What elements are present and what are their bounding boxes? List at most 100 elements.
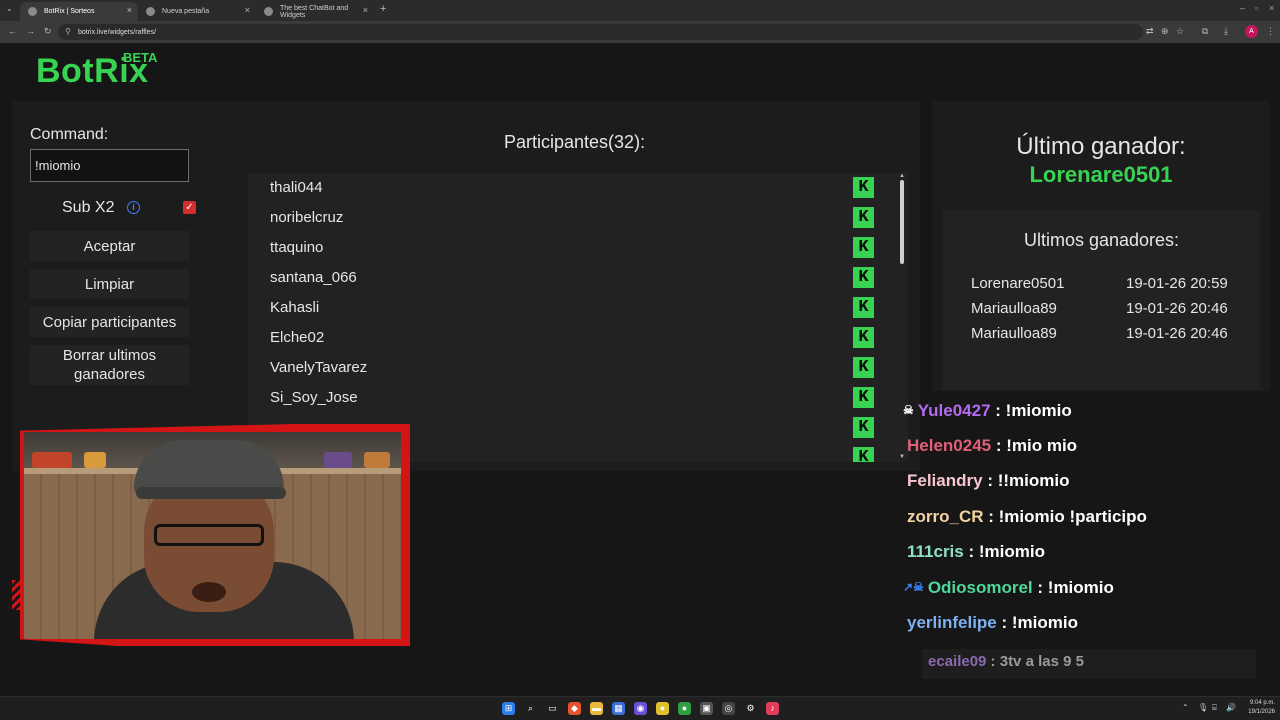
webcam-accent (12, 580, 22, 610)
address-bar[interactable]: ⚲ botrix.live/widgets/raffles/ (58, 24, 1143, 40)
chat-text: : 3tv a las 9 5 (986, 653, 1084, 670)
clear-button[interactable]: Limpiar (30, 269, 189, 299)
chat-text: : !miomio (963, 542, 1045, 561)
tiktok-icon[interactable]: ♪ (766, 702, 779, 715)
translate-icon[interactable]: ⇄ (1146, 26, 1154, 37)
chat-username: Odiosomorel (927, 578, 1033, 597)
kick-icon: K (853, 327, 874, 348)
sub-badge-icon: ↗☠ (903, 580, 924, 594)
close-tab-icon[interactable]: × (363, 5, 368, 15)
chat-overlay: ☠ Yule0427 : !miomio Helen0245 : !mio mio… (900, 395, 1280, 685)
new-tab-icon[interactable]: + (380, 3, 386, 15)
accept-button[interactable]: Aceptar (30, 231, 189, 261)
command-input[interactable] (30, 149, 189, 182)
task-view-icon[interactable]: ▭ (546, 702, 559, 715)
tab-favicon-icon (28, 7, 37, 16)
menu-kebab-icon[interactable]: ⋮ (1266, 26, 1275, 37)
last-winner-title: Último ganador: (1016, 133, 1186, 160)
kick-icon: K (853, 417, 874, 438)
participants-list[interactable]: thali044 K noribelcruz K ttaquino K sant… (248, 173, 908, 462)
participant-name: VanelyTavarez (270, 359, 368, 376)
close-window-icon[interactable]: × (1269, 3, 1274, 13)
chat-message: ↗☠ Odiosomorel : !miomio (903, 578, 1280, 610)
brave-icon[interactable]: ◆ (568, 702, 581, 715)
extensions-icon[interactable]: ⧉ (1202, 26, 1208, 37)
chat-text: : !!miomio (982, 471, 1070, 490)
chat-username: ecaile09 (928, 653, 987, 670)
scroll-up-icon[interactable]: ▲ (899, 173, 905, 179)
chrome-green-icon[interactable]: ● (678, 702, 691, 715)
tab-favicon-icon (146, 7, 155, 16)
downloads-icon[interactable]: ⤓ (1224, 26, 1228, 37)
streamer-cap-brim (136, 487, 286, 499)
search-icon[interactable]: ⌕ (524, 702, 537, 715)
app-icon[interactable]: ▣ (700, 702, 713, 715)
forward-icon[interactable]: → (26, 26, 35, 36)
minimize-icon[interactable]: – (1240, 3, 1245, 13)
tab-botrix[interactable]: BotRix | Sorteos × (20, 2, 138, 21)
participant-row: VanelyTavarez K (248, 353, 878, 383)
zoom-icon[interactable]: ⊕ (1161, 26, 1169, 37)
last-winner-name: Lorenare0501 (1029, 162, 1173, 187)
reload-icon[interactable]: ↻ (44, 26, 52, 37)
chat-message: 111cris : !miomio (907, 542, 1280, 574)
tray-chevron-icon[interactable]: ⌃ (1182, 703, 1189, 712)
back-icon[interactable]: ← (8, 26, 17, 36)
network-icon[interactable]: ⌸ (1212, 703, 1217, 713)
file-explorer-icon[interactable]: ▬ (590, 702, 603, 715)
tab-search-icon[interactable]: ⌄ (6, 4, 13, 13)
tab-title: Nueva pestaña (162, 8, 210, 15)
participant-name: Si_Soy_Jose (270, 389, 358, 406)
settings-icon[interactable]: ⚙ (744, 702, 757, 715)
chat-text: : !miomio (1032, 578, 1114, 597)
profile-avatar[interactable]: A (1245, 25, 1258, 38)
obs-icon[interactable]: ◎ (722, 702, 735, 715)
sub-x2-checkbox[interactable]: ✓ (183, 201, 196, 214)
mic-icon[interactable]: 🎙 (1198, 703, 1208, 712)
webcam-toy (324, 452, 352, 468)
streamer-mouth (192, 582, 226, 602)
winner-row: Mariaulloa89 19-01-26 20:46 (971, 300, 1241, 317)
participants-scrollbar[interactable] (900, 180, 904, 264)
winner-row: Mariaulloa89 19-01-26 20:46 (971, 325, 1241, 342)
beta-badge: BETA (123, 50, 158, 65)
participant-row: Elche02 K (248, 323, 878, 353)
store-icon[interactable]: ▦ (612, 702, 625, 715)
tab-new[interactable]: Nueva pestaña × (138, 2, 256, 21)
recent-winners-title: Ultimos ganadores: (1023, 230, 1180, 250)
participant-name: Kahasli (270, 299, 320, 316)
taskbar-clock[interactable]: 9:04 p.m. 19/1/2026 (1243, 699, 1275, 717)
clock-date: 19/1/2026 (1248, 709, 1275, 715)
chat-text: : !miomio !participo (983, 507, 1147, 526)
chat-username: Feliandry (907, 471, 983, 490)
tab-favicon-icon (264, 7, 273, 16)
chat-message: Feliandry : !!miomio (907, 471, 1280, 503)
webcam-toy (364, 452, 390, 468)
close-tab-icon[interactable]: × (245, 5, 250, 15)
sub-x2-label: Sub X2 (62, 199, 115, 216)
chat-text: : !miomio (990, 401, 1072, 420)
bookmark-star-icon[interactable]: ☆ (1176, 26, 1184, 37)
chat-username: yerlinfelipe (907, 613, 997, 632)
twitch-icon[interactable]: ◉ (634, 702, 647, 715)
volume-icon[interactable]: 🔊 (1226, 703, 1236, 712)
close-tab-icon[interactable]: × (127, 5, 132, 15)
participant-row: ttaquino K (248, 233, 878, 263)
delete-winners-button[interactable]: Borrar ultimos ganadores (30, 345, 189, 385)
tab-title: The best ChatBot and Widgets (280, 4, 349, 19)
winner-name: Mariaulloa89 (971, 325, 1057, 342)
chrome-icon[interactable]: ● (656, 702, 669, 715)
copy-participants-button[interactable]: Copiar participantes (30, 307, 189, 337)
tab-chatbot[interactable]: The best ChatBot and Widgets × (256, 2, 374, 21)
maximize-icon[interactable]: ▫ (1255, 3, 1258, 13)
info-icon[interactable]: i (127, 201, 140, 214)
site-info-icon[interactable]: ⚲ (65, 27, 71, 36)
clock-time: 9:04 p.m. (1249, 700, 1275, 706)
streamer-glasses (154, 524, 264, 546)
start-icon[interactable]: ⊞ (502, 702, 515, 715)
chat-text: : !miomio (996, 613, 1078, 632)
chat-username: 111cris (907, 542, 964, 561)
kick-icon: K (853, 387, 874, 408)
command-label: Command: (30, 126, 109, 143)
kick-icon: K (853, 357, 874, 378)
